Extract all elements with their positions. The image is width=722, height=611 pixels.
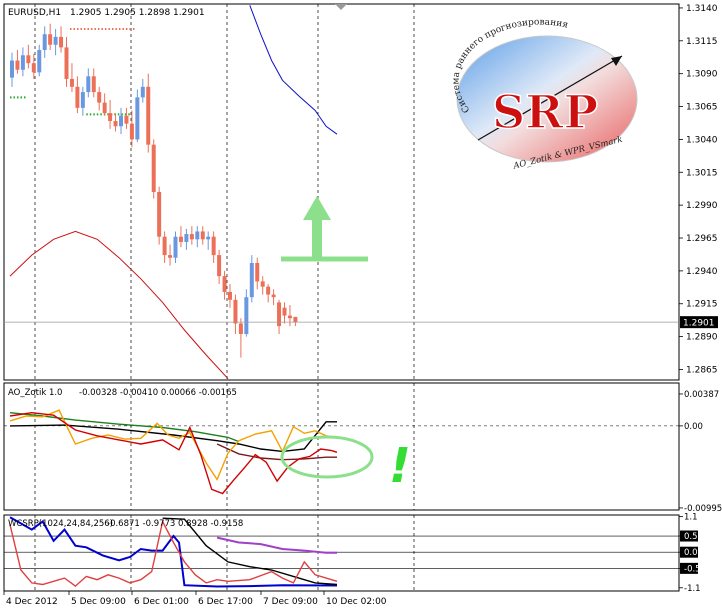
price-bar	[189, 234, 194, 240]
price-bar	[211, 236, 216, 256]
price-bar	[238, 323, 243, 334]
price-bar	[108, 113, 113, 122]
ao-zotik-values: -0.00328 -0.00410 0.00066 -0.00165	[79, 388, 237, 398]
price-bar	[31, 63, 36, 73]
chart-window: 1.3140 1.3115 1.3090 1.3065 1.3040 1.3015 1.29…	[3, 3, 722, 607]
price-bar	[157, 192, 162, 237]
price-bar	[53, 36, 58, 45]
price-bar	[233, 299, 238, 324]
price-bar	[206, 236, 211, 240]
price-bar	[119, 115, 123, 127]
wcsrp-tick-label: -1.1	[684, 584, 701, 594]
exclamation-mark: !	[389, 438, 411, 494]
ao-zotik-tick-label: 0.00	[684, 422, 703, 432]
price-bar	[200, 231, 205, 240]
price-bar	[91, 76, 96, 93]
price-bar	[228, 291, 232, 300]
price-bar	[287, 315, 292, 319]
price-bar	[266, 286, 271, 295]
price-bar	[222, 276, 227, 292]
price-bar	[217, 255, 222, 277]
price-bar	[195, 231, 200, 240]
ao-zotik-panel	[3, 382, 680, 511]
price-bar	[10, 60, 14, 78]
price-tick-label: 1.3115	[686, 37, 718, 47]
price-bar	[75, 86, 80, 108]
price-bar	[113, 121, 118, 127]
price-bar	[135, 97, 140, 140]
price-bar	[129, 123, 134, 140]
ao-zotik-axis: 0.003870.00-0.00995	[679, 390, 722, 514]
time-tick-label: 10 Dec 02:00	[326, 597, 387, 607]
price-bar	[173, 236, 178, 258]
price-tick-label: 1.2915	[686, 300, 718, 310]
price-bar	[282, 307, 287, 316]
time-axis: 4 Dec 2012 5 Dec 09:00 6 Dec 01:00 6 Dec 17…	[3, 591, 387, 607]
symbol-title: EURUSD,H1	[8, 8, 61, 18]
wcsrp-values: -0.6871 -0.9773 0.8928 -0.9158	[107, 519, 243, 529]
price-bar	[69, 78, 74, 87]
ohlc-values: 1.2905 1.2905 1.2898 1.2901	[70, 8, 205, 18]
price-bar	[37, 50, 42, 73]
price-bar	[140, 86, 145, 98]
price-bar	[20, 55, 25, 70]
wcsrp-title: WCSRP(1024,24,84,256)	[8, 519, 113, 529]
time-tick-label: 6 Dec 01:00	[134, 597, 189, 607]
price-bar	[260, 281, 265, 287]
price-bar	[59, 36, 64, 48]
price-tick-label: 1.2890	[686, 333, 718, 343]
time-tick-label: 6 Dec 17:00	[198, 597, 253, 607]
price-bar	[244, 297, 249, 334]
ao-zotik-title: AO_Zotik 1.0	[8, 388, 62, 398]
wcsrp-tick-label: 0.5	[684, 532, 698, 542]
price-bar	[42, 34, 47, 51]
time-tick-label: 5 Dec 09:00	[71, 597, 126, 607]
price-tick-label: 1.2940	[686, 267, 718, 277]
price-tick-label: 1.3015	[686, 168, 718, 178]
price-tick-label: 1.3140	[686, 4, 718, 14]
wcsrp-tick-label: -0.5	[684, 564, 701, 574]
price-axis: 1.3140 1.3115 1.3090 1.3065 1.3040 1.3015 1.29…	[679, 4, 718, 375]
price-bar	[86, 76, 91, 93]
price-bar	[249, 262, 254, 298]
price-bar	[124, 115, 129, 124]
price-bar	[255, 262, 260, 282]
logo-letters: SRP	[492, 85, 598, 139]
time-tick-label: 7 Dec 09:00	[263, 597, 318, 607]
price-bar	[15, 60, 20, 70]
price-bar	[80, 92, 85, 108]
price-bar	[146, 86, 151, 145]
price-tick-label: 1.2865	[686, 365, 718, 375]
price-bar	[64, 47, 69, 79]
price-bar	[102, 102, 107, 114]
price-bar	[97, 92, 102, 103]
ao-zotik-tick-label: 0.00387	[684, 390, 719, 400]
price-tick-label: 1.3065	[686, 103, 718, 113]
price-bar	[293, 316, 298, 323]
price-bar	[26, 55, 31, 64]
price-tick-label: 1.3090	[686, 70, 718, 80]
price-bar	[48, 34, 53, 45]
price-bar	[178, 236, 183, 242]
price-tick-label: 1.2965	[686, 234, 718, 244]
price-bar	[168, 255, 173, 258]
wcsrp-axis: 1.1 0.5 0.0 -0.5 -1.1	[679, 513, 701, 594]
price-bar	[271, 294, 276, 298]
wcsrp-tick-label: 0.0	[684, 548, 698, 558]
current-price-label: 1.2901	[683, 319, 715, 329]
price-tick-label: 1.2990	[686, 201, 718, 211]
price-bar	[151, 144, 156, 192]
price-bar	[184, 234, 189, 242]
time-tick-label: 4 Dec 2012	[6, 597, 58, 607]
price-bar	[162, 236, 167, 256]
price-tick-label: 1.3040	[686, 135, 718, 145]
wcsrp-tick-label: 1.1	[684, 513, 698, 523]
